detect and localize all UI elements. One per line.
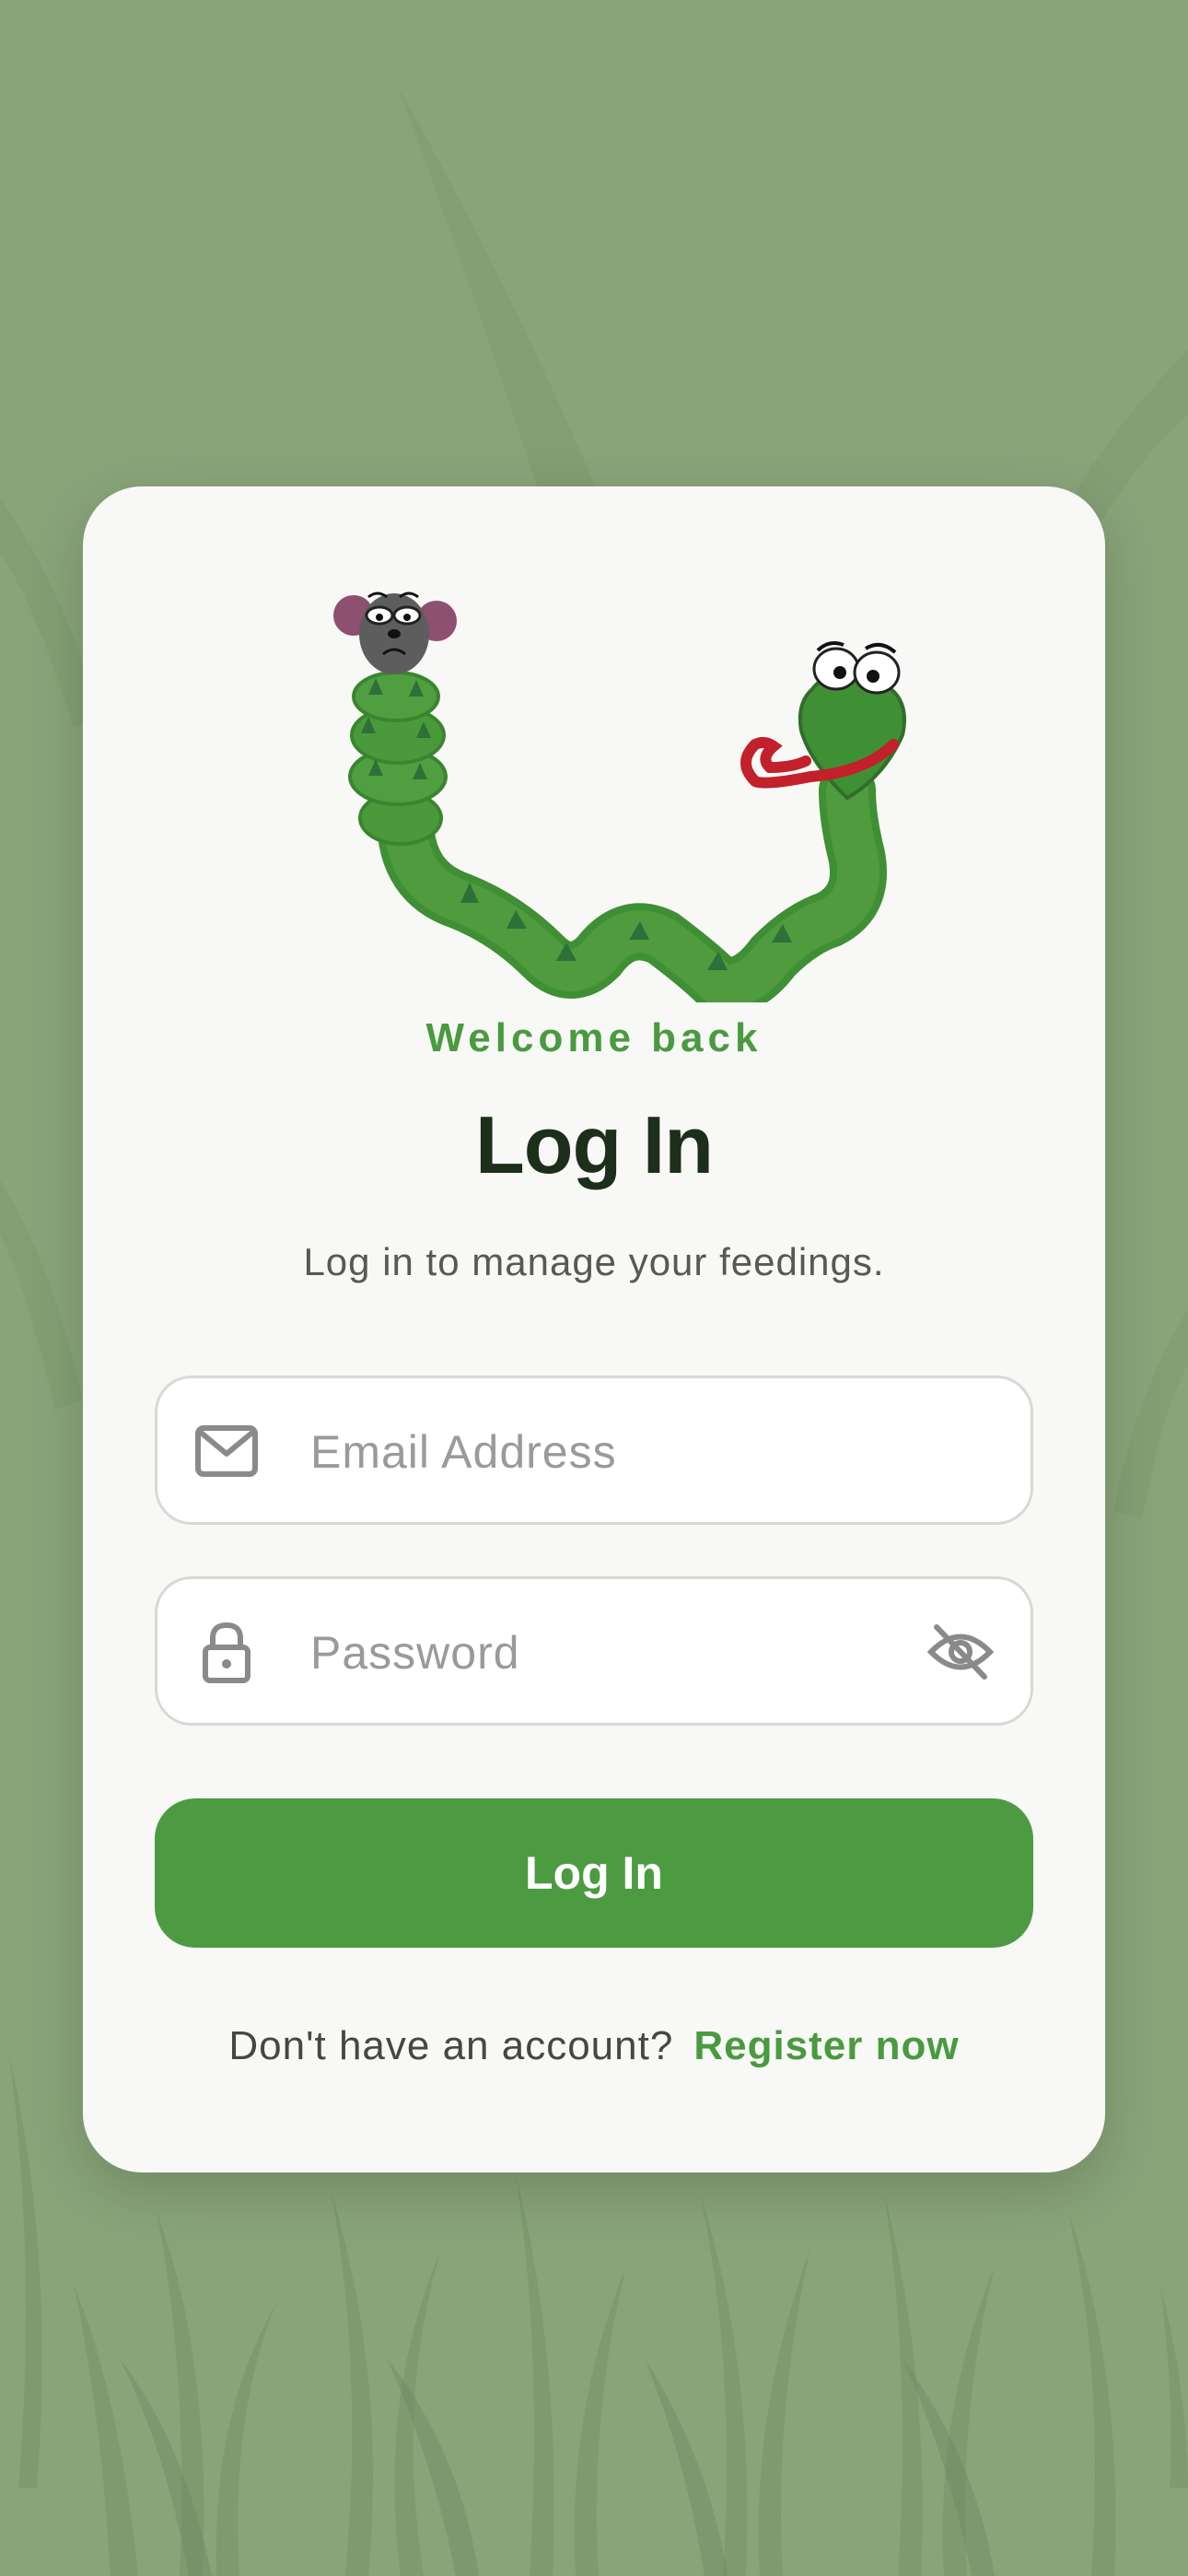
page-title: Log In	[475, 1099, 714, 1190]
register-row: Don't have an account? Register now	[83, 2023, 1105, 2069]
password-input[interactable]	[310, 1607, 863, 1699]
register-prompt: Don't have an account?	[228, 2023, 674, 2068]
snake-mascot-illustration	[333, 591, 906, 1002]
eye-off-icon[interactable]	[926, 1622, 996, 1682]
email-field[interactable]	[155, 1376, 1033, 1525]
mail-icon	[195, 1425, 258, 1477]
welcome-eyebrow: Welcome back	[425, 1015, 763, 1060]
login-card: Welcome back Log In Log in to manage you…	[83, 486, 1105, 2172]
login-button[interactable]: Log In	[155, 1798, 1033, 1948]
page-subtitle: Log in to manage your feedings.	[303, 1240, 885, 1283]
lock-icon	[203, 1622, 250, 1683]
register-link[interactable]: Register now	[693, 2023, 959, 2068]
password-field[interactable]	[155, 1576, 1033, 1726]
email-input[interactable]	[310, 1406, 863, 1498]
